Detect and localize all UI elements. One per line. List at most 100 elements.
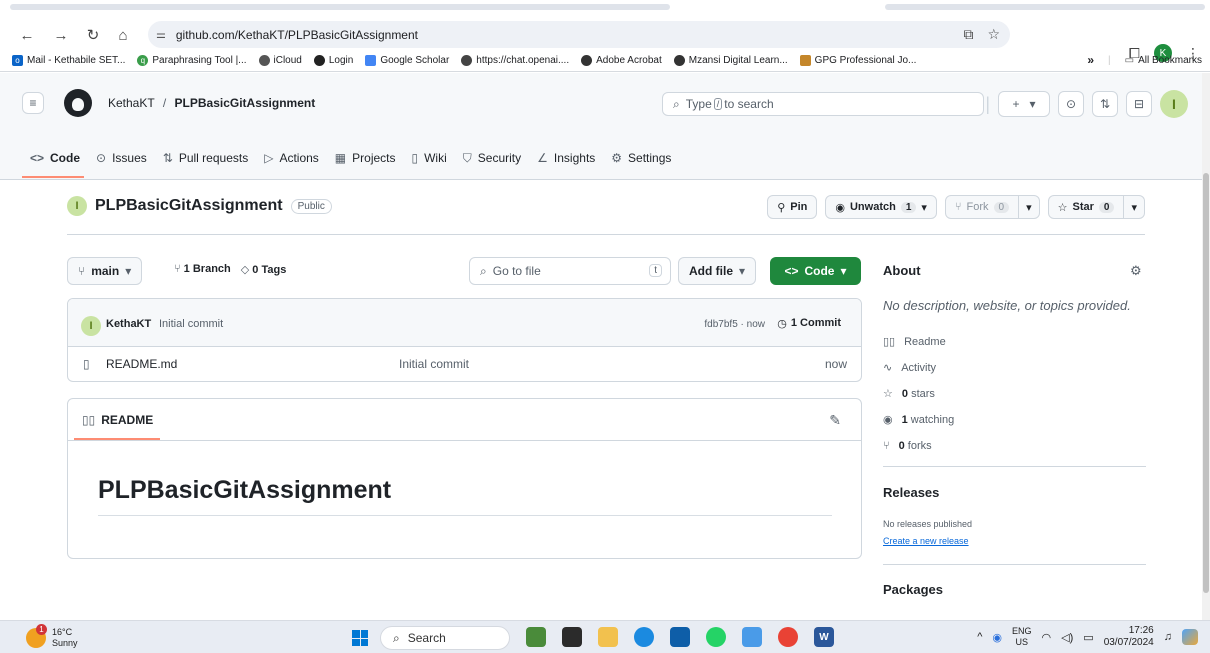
star-button[interactable]: ☆ Star 0 — [1047, 195, 1125, 219]
page-scrollbar[interactable] — [1202, 73, 1210, 620]
bookmark-item[interactable]: https://chat.openai.... — [461, 55, 569, 66]
caret-down-icon: ▾ — [921, 201, 927, 214]
bookmark-item[interactable]: o Mail - Kethabile SET... — [12, 55, 125, 66]
code-button[interactable]: <> Code ▾ — [770, 257, 861, 285]
bookmark-item[interactable]: iCloud — [258, 55, 302, 66]
tab-insights[interactable]: ∠ Insights — [529, 145, 603, 171]
fork-count: 0 — [993, 201, 1010, 213]
add-file-button[interactable]: Add file ▾ — [678, 257, 757, 285]
bookmark-item[interactable]: Login — [313, 55, 353, 66]
tab-issues[interactable]: ⊙ Issues — [88, 145, 155, 171]
volume-icon[interactable]: ◁) — [1061, 631, 1073, 644]
notifications-icon[interactable]: ♫ — [1164, 631, 1172, 643]
app-icon[interactable] — [526, 627, 546, 647]
about-watching-link[interactable]: ◉ 1 watching — [883, 411, 954, 428]
file-explorer-icon[interactable] — [598, 627, 618, 647]
star-dropdown[interactable]: ▾ — [1124, 195, 1145, 219]
tags-link[interactable]: ◇ 0 Tags — [241, 263, 287, 276]
tab-actions[interactable]: ▷ Actions — [256, 145, 327, 171]
unwatch-button[interactable]: ◉ Unwatch 1 ▾ — [825, 195, 937, 219]
bookmark-item[interactable]: Mzansi Digital Learn... — [673, 55, 788, 66]
packages-heading[interactable]: Packages — [883, 582, 943, 597]
language-indicator[interactable]: ENG US — [1012, 626, 1032, 648]
word-icon[interactable]: W — [814, 627, 834, 647]
tab-security[interactable]: ⛉ Security — [455, 145, 529, 171]
tab-settings[interactable]: ⚙ Settings — [603, 145, 679, 171]
tab-pull-requests[interactable]: ⇅ Pull requests — [155, 145, 256, 171]
bookmark-item[interactable]: Adobe Acrobat — [581, 55, 662, 66]
copilot-icon[interactable] — [1182, 629, 1198, 645]
repo-name[interactable]: PLPBasicGitAssignment — [95, 197, 283, 215]
branch-selector[interactable]: ⑂ main ▾ — [67, 257, 143, 285]
fork-dropdown[interactable]: ▾ — [1019, 195, 1040, 219]
about-item-text: watching — [910, 413, 955, 426]
search-input[interactable]: ⌕ Type / to search — [662, 92, 984, 116]
weather-widget[interactable]: 1 16°C Sunny — [26, 624, 78, 649]
create-new-button[interactable]: + ▾ — [998, 91, 1050, 117]
install-app-icon[interactable]: ⧉ — [963, 26, 973, 43]
breadcrumb-owner[interactable]: KethaKT — [108, 96, 154, 110]
author-avatar[interactable]: I — [81, 316, 101, 336]
reload-icon[interactable]: ↻ — [82, 24, 104, 46]
edge-icon[interactable] — [634, 627, 654, 647]
edit-pencil-icon[interactable]: ✎ — [829, 412, 841, 429]
bookmark-item[interactable]: q Paraphrasing Tool |... — [137, 55, 247, 66]
pin-button[interactable]: ⚲ Pin — [767, 195, 818, 219]
address-bar[interactable]: ⚌ github.com/KethaKT/PLPBasicGitAssignme… — [148, 21, 1010, 48]
store-icon[interactable] — [670, 627, 690, 647]
go-to-file-input[interactable]: ⌕ Go to file t — [469, 257, 671, 285]
commits-link[interactable]: ◷ 1 Commit — [777, 317, 841, 330]
about-activity-link[interactable]: ∿ Activity — [883, 359, 954, 376]
url-text[interactable]: github.com/KethaKT/PLPBasicGitAssignment — [176, 28, 418, 42]
scrollbar-thumb[interactable] — [1203, 173, 1209, 593]
pull-requests-icon[interactable]: ⇅ — [1092, 91, 1118, 117]
bookmark-star-icon[interactable]: ☆ — [987, 26, 1000, 43]
tab-projects[interactable]: ▦ Projects — [327, 145, 404, 171]
windows-start-icon[interactable] — [352, 630, 368, 646]
user-avatar[interactable]: I — [1160, 90, 1188, 118]
site-settings-icon[interactable]: ⚌ — [156, 28, 166, 41]
chevron-up-icon[interactable]: ^ — [977, 631, 982, 643]
table-row[interactable]: ▯ README.md Initial commit now — [68, 347, 861, 381]
tab-wiki[interactable]: ▯ Wiki — [404, 145, 455, 171]
bookmarks-overflow[interactable]: » — [1087, 53, 1094, 67]
inbox-icon[interactable]: ⊟ — [1126, 91, 1152, 117]
forward-icon[interactable]: → — [50, 24, 72, 46]
commit-hash[interactable]: fdb7bf5 · now — [704, 319, 765, 330]
create-release-link[interactable]: Create a new release — [883, 536, 969, 546]
file-icon: ▯ — [83, 357, 90, 371]
menu-icon[interactable]: ≡ — [22, 92, 44, 114]
all-bookmarks[interactable]: ▭ All Bookmarks — [1125, 55, 1202, 66]
github-logo-icon[interactable] — [64, 89, 92, 117]
chrome-icon[interactable] — [778, 627, 798, 647]
tray-app-icon[interactable]: ◉ — [992, 631, 1002, 644]
wifi-icon[interactable]: ◠ — [1042, 631, 1052, 644]
file-name[interactable]: README.md — [106, 357, 177, 371]
gear-icon[interactable]: ⚙ — [1130, 263, 1142, 279]
branches-link[interactable]: ⑂ 1 Branch — [174, 263, 231, 276]
app-icon[interactable] — [562, 627, 582, 647]
breadcrumb-repo[interactable]: PLPBasicGitAssignment — [175, 96, 316, 110]
snipping-tool-icon[interactable] — [742, 627, 762, 647]
tab-code[interactable]: <> Code — [22, 145, 88, 171]
about-stars-link[interactable]: ☆ 0 stars — [883, 385, 954, 402]
bookmark-item[interactable]: GPG Professional Jo... — [799, 55, 916, 66]
clock[interactable]: 17:26 03/07/2024 — [1104, 625, 1154, 649]
readme-tab[interactable]: ▯▯ README — [82, 413, 153, 427]
about-forks-link[interactable]: ⑂ 0 forks — [883, 437, 954, 454]
readme-tab-label: README — [101, 413, 154, 427]
owner-avatar: I — [67, 196, 87, 216]
home-icon[interactable]: ⌂ — [112, 24, 134, 46]
battery-icon[interactable]: ▭ — [1083, 631, 1093, 644]
taskbar-search[interactable]: ⌕ Search — [380, 626, 510, 650]
fork-button[interactable]: ⑂ Fork 0 — [944, 195, 1020, 219]
commit-message[interactable]: Initial commit — [159, 318, 223, 330]
back-icon[interactable]: ← — [16, 24, 38, 46]
releases-heading[interactable]: Releases — [883, 485, 939, 500]
issues-icon[interactable]: ⊙ — [1058, 91, 1084, 117]
bookmark-item[interactable]: Google Scholar — [365, 55, 449, 66]
whatsapp-icon[interactable] — [706, 627, 726, 647]
file-commit-message[interactable]: Initial commit — [399, 357, 469, 371]
commit-author[interactable]: KethaKT — [106, 318, 151, 330]
about-readme-link[interactable]: ▯▯ Readme — [883, 333, 954, 350]
